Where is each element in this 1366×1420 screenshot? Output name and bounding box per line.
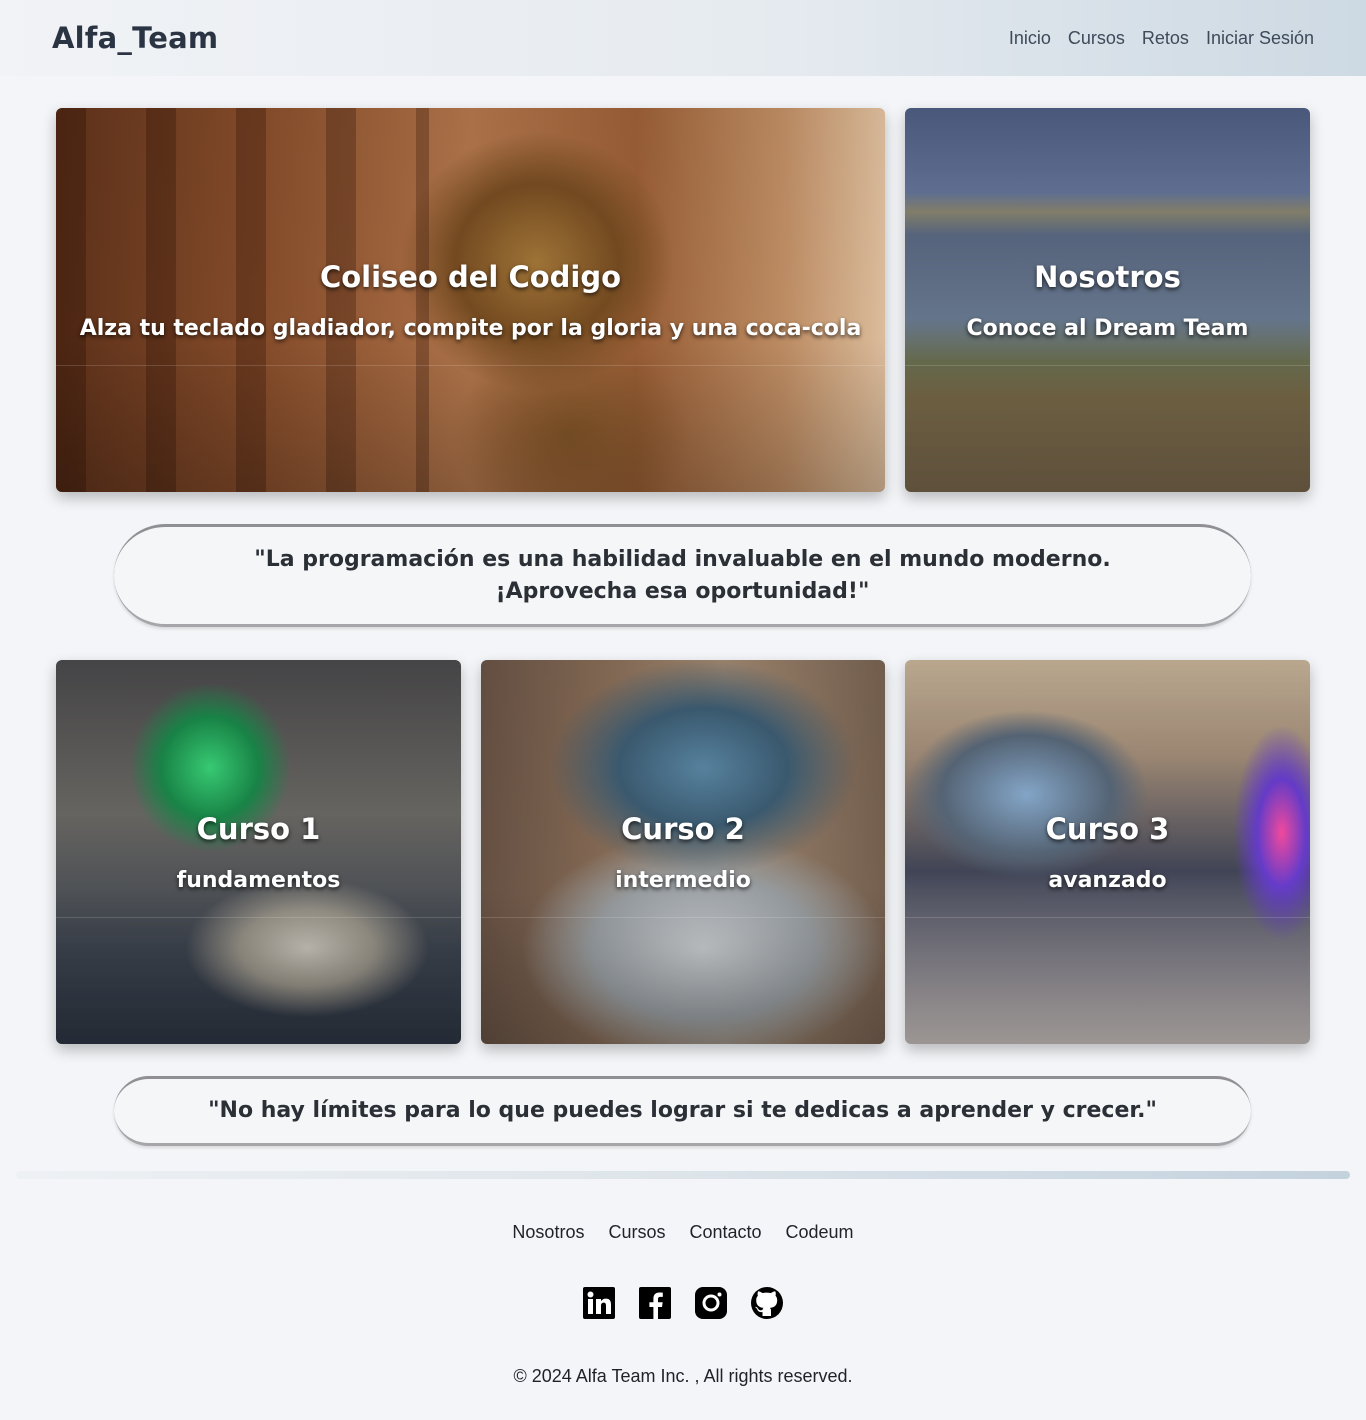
nosotros-card[interactable]: Nosotros Conoce al Dream Team: [905, 108, 1310, 492]
footer-nav: Nosotros Cursos Contacto Codeum: [0, 1222, 1366, 1243]
coliseo-subtitle: Alza tu teclado gladiador, compite por l…: [79, 315, 862, 341]
social-links: [0, 1286, 1366, 1320]
footer-link-cursos[interactable]: Cursos: [608, 1222, 665, 1243]
quote-text: "La programación es una habilidad invalu…: [254, 546, 1111, 604]
nav-cursos[interactable]: Cursos: [1068, 28, 1125, 49]
site-header: Alfa_Team Inicio Cursos Retos Iniciar Se…: [0, 0, 1366, 76]
course-title: Curso 2: [621, 811, 745, 846]
brand-logo[interactable]: Alfa_Team: [52, 21, 218, 55]
facebook-icon[interactable]: [638, 1286, 672, 1320]
course-card-3[interactable]: Curso 3 avanzado: [905, 660, 1310, 1044]
nav-iniciar-sesion[interactable]: Iniciar Sesión: [1206, 28, 1314, 49]
coliseo-card[interactable]: Coliseo del Codigo Alza tu teclado gladi…: [56, 108, 885, 492]
main-nav: Inicio Cursos Retos Iniciar Sesión: [1009, 28, 1314, 49]
footer-divider: [16, 1171, 1350, 1179]
course-level: intermedio: [615, 867, 751, 893]
nav-retos[interactable]: Retos: [1142, 28, 1189, 49]
linkedin-icon[interactable]: [582, 1286, 616, 1320]
nosotros-title: Nosotros: [1034, 259, 1181, 294]
course-level: fundamentos: [176, 867, 341, 893]
course-title: Curso 1: [196, 811, 321, 846]
coliseo-title: Coliseo del Codigo: [319, 259, 622, 294]
nosotros-subtitle: Conoce al Dream Team: [966, 315, 1249, 341]
course-level: avanzado: [1048, 867, 1167, 893]
quote-text: "No hay límites para lo que puedes logra…: [208, 1098, 1157, 1123]
footer-link-codeum[interactable]: Codeum: [786, 1222, 854, 1243]
instagram-icon[interactable]: [694, 1286, 728, 1320]
course-title: Curso 3: [1045, 811, 1170, 846]
copyright-text: © 2024 Alfa Team Inc. , All rights reser…: [513, 1366, 853, 1386]
quote-banner: "No hay límites para lo que puedes logra…: [114, 1076, 1251, 1146]
github-icon[interactable]: [750, 1286, 784, 1320]
nav-inicio[interactable]: Inicio: [1009, 28, 1051, 49]
course-card-2[interactable]: Curso 2 intermedio: [481, 660, 885, 1044]
footer-link-contacto[interactable]: Contacto: [689, 1222, 761, 1243]
quote-banner: "La programación es una habilidad invalu…: [114, 524, 1251, 627]
footer-link-nosotros[interactable]: Nosotros: [512, 1222, 584, 1243]
course-card-1[interactable]: Curso 1 fundamentos: [56, 660, 461, 1044]
